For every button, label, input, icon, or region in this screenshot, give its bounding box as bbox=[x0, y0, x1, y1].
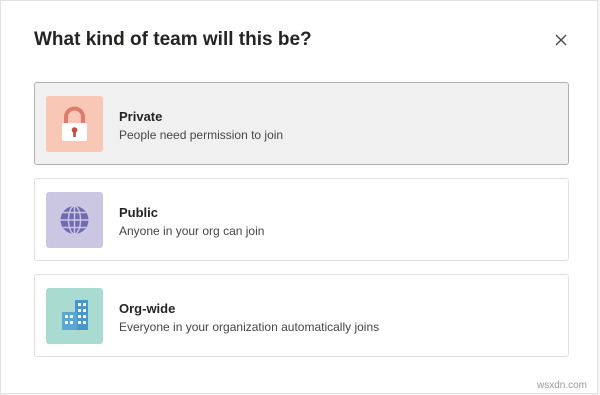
option-org-wide[interactable]: Org-wide Everyone in your organization a… bbox=[34, 274, 569, 357]
option-title: Private bbox=[119, 109, 163, 124]
lock-icon bbox=[46, 96, 103, 152]
private-tile bbox=[46, 96, 103, 152]
globe-icon bbox=[46, 192, 103, 248]
close-button[interactable] bbox=[551, 30, 571, 50]
watermark: wsxdn.com bbox=[536, 380, 587, 391]
public-tile bbox=[46, 192, 103, 248]
option-title: Public bbox=[119, 205, 159, 220]
option-description: People need permission to join bbox=[119, 128, 284, 142]
option-description: Anyone in your org can join bbox=[119, 224, 265, 238]
org-wide-tile bbox=[46, 288, 103, 344]
option-description: Everyone in your organization automatica… bbox=[119, 320, 380, 334]
option-title: Org-wide bbox=[119, 301, 176, 316]
team-type-dialog: What kind of team will this be? Private … bbox=[0, 0, 598, 394]
option-private[interactable]: Private People need permission to join bbox=[34, 82, 569, 165]
building-icon bbox=[46, 288, 103, 344]
close-icon bbox=[551, 30, 571, 50]
option-public[interactable]: Public Anyone in your org can join bbox=[34, 178, 569, 261]
dialog-title: What kind of team will this be? bbox=[34, 29, 312, 50]
